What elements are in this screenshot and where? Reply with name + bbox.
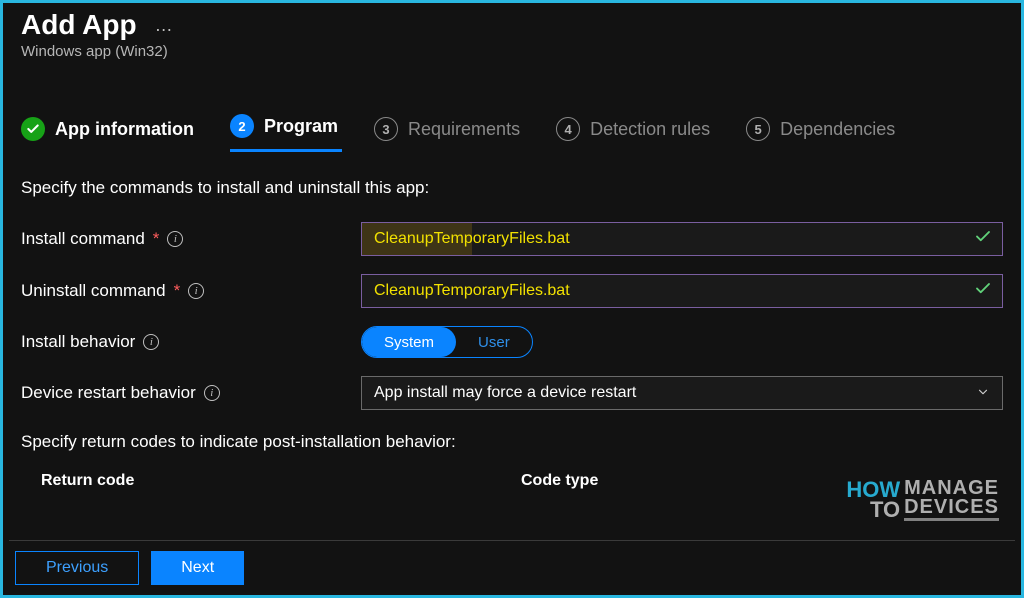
section-instructions: Specify the commands to install and unin…	[21, 178, 1003, 198]
info-icon[interactable]: i	[188, 283, 204, 299]
label-install-behavior: Install behavior	[21, 332, 135, 352]
check-icon	[21, 117, 45, 141]
input-value: CleanupTemporaryFiles.bat	[374, 230, 570, 248]
step-label: Detection rules	[590, 119, 710, 140]
step-badge: 3	[374, 117, 398, 141]
watermark: HOW TO MANAGE DEVICES	[846, 479, 999, 521]
valid-icon	[974, 228, 992, 251]
step-badge: 5	[746, 117, 770, 141]
uninstall-command-input[interactable]: CleanupTemporaryFiles.bat	[361, 274, 1003, 308]
required-indicator: *	[153, 229, 160, 249]
column-return-code: Return code	[41, 472, 521, 490]
label-install-command: Install command	[21, 229, 145, 249]
more-actions[interactable]: …	[155, 15, 173, 36]
step-label: App information	[55, 119, 194, 140]
input-value: CleanupTemporaryFiles.bat	[374, 282, 570, 300]
row-install-behavior: Install behavior i System User	[21, 326, 1003, 358]
step-label: Dependencies	[780, 119, 895, 140]
install-behavior-toggle: System User	[361, 326, 533, 358]
step-label: Program	[264, 116, 338, 137]
wizard-steps: App information 2 Program 3 Requirements…	[21, 114, 1003, 144]
row-restart-behavior: Device restart behavior i App install ma…	[21, 376, 1003, 410]
return-codes-instructions: Specify return codes to indicate post-in…	[21, 432, 1003, 452]
wizard-footer: Previous Next	[9, 540, 1015, 589]
step-detection-rules[interactable]: 4 Detection rules	[556, 117, 710, 141]
step-requirements[interactable]: 3 Requirements	[374, 117, 520, 141]
valid-icon	[974, 280, 992, 303]
restart-behavior-select[interactable]: App install may force a device restart	[361, 376, 1003, 410]
step-dependencies[interactable]: 5 Dependencies	[746, 117, 895, 141]
chevron-down-icon	[976, 385, 990, 402]
step-app-information[interactable]: App information	[21, 117, 194, 141]
info-icon[interactable]: i	[143, 334, 159, 350]
row-uninstall-command: Uninstall command * i CleanupTemporaryFi…	[21, 274, 1003, 308]
install-command-input[interactable]: CleanupTemporaryFiles.bat	[361, 222, 1003, 256]
required-indicator: *	[174, 281, 181, 301]
select-value: App install may force a device restart	[374, 384, 636, 402]
next-button[interactable]: Next	[151, 551, 244, 585]
toggle-option-user[interactable]: User	[456, 327, 532, 357]
step-badge: 2	[230, 114, 254, 138]
previous-button[interactable]: Previous	[15, 551, 139, 585]
row-install-command: Install command * i CleanupTemporaryFile…	[21, 222, 1003, 256]
step-program[interactable]: 2 Program	[230, 114, 338, 144]
page-subtitle: Windows app (Win32)	[21, 43, 1003, 60]
info-icon[interactable]: i	[204, 385, 220, 401]
page-title: Add App	[21, 9, 137, 41]
toggle-option-system[interactable]: System	[362, 327, 456, 357]
label-uninstall-command: Uninstall command	[21, 281, 166, 301]
step-label: Requirements	[408, 119, 520, 140]
info-icon[interactable]: i	[167, 231, 183, 247]
label-restart-behavior: Device restart behavior	[21, 383, 196, 403]
step-badge: 4	[556, 117, 580, 141]
